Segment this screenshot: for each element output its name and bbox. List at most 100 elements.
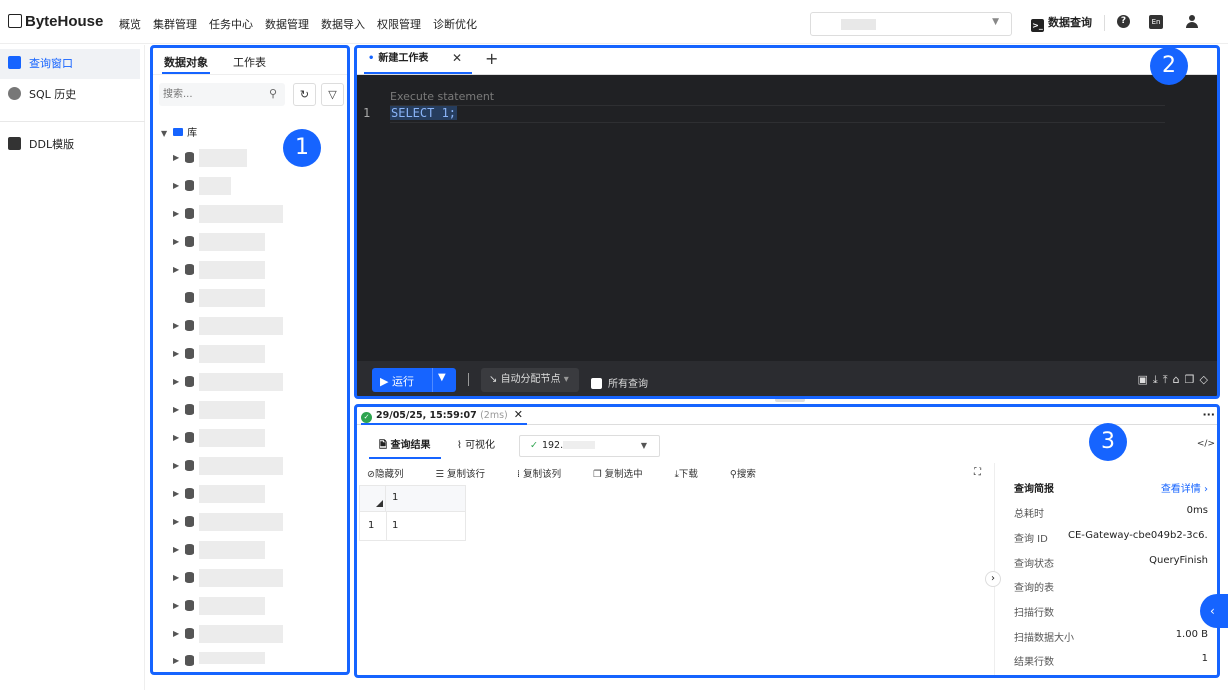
nav-data-import[interactable]: 数据导入 (321, 18, 365, 31)
editor-toolbar: ▶ 运行 ▼ ↘ 自动分配节点 ▾ 所有查询 ▣⤓⤒⌂❐◇ (357, 361, 1219, 397)
chevron-right-icon[interactable]: › (985, 571, 1001, 587)
redacted-name (199, 177, 231, 195)
run-button[interactable]: ▶ 运行 ▼ (372, 368, 456, 392)
nav-overview[interactable]: 概览 (119, 18, 141, 31)
copy-selection-button[interactable]: ❐ 复制选中 (593, 469, 659, 480)
copy-row-button[interactable]: ☰ 复制该行 (435, 469, 501, 480)
sidebar-divider (0, 121, 145, 122)
redacted-name (199, 652, 265, 664)
play-icon: ▶ (380, 375, 392, 388)
select-all-icon[interactable] (360, 486, 386, 512)
sidebar-item-sql-history[interactable]: SQL 历史 (0, 80, 140, 110)
chevron-left-icon[interactable]: ‹ (1200, 594, 1228, 628)
format-icon[interactable]: ⌂ (1173, 373, 1185, 386)
redacted-name (199, 345, 265, 363)
nav-diagnostics[interactable]: 诊断优化 (433, 18, 477, 31)
result-tab[interactable]: ✓ 29/05/25, 15:59:07 (2ms) ✕ (361, 405, 527, 425)
result-tabs: ✓ 29/05/25, 15:59:07 (2ms) ✕ ··· (357, 405, 1219, 425)
bytehouse-logo[interactable]: ByteHouse (8, 13, 103, 30)
database-icon (185, 236, 194, 247)
code-icon[interactable]: </> (1197, 439, 1215, 449)
help-icon[interactable]: ? (1117, 15, 1130, 28)
grid-cell[interactable]: 1 (392, 520, 398, 531)
tab-data-objects[interactable]: 数据对象 (162, 54, 210, 74)
redacted-name (199, 317, 283, 335)
caret-right-icon: ▶ (173, 489, 180, 498)
user-icon[interactable] (1185, 14, 1199, 28)
tab-query-result[interactable]: 🗎 查询结果 (369, 435, 441, 459)
tab-visualization[interactable]: ⌇ 可视化 (457, 435, 495, 459)
result-grid: 1 1 1 (359, 485, 466, 541)
nav-cluster[interactable]: 集群管理 (153, 18, 197, 31)
redacted-name (199, 625, 283, 643)
logo-icon (8, 14, 22, 28)
resize-handle[interactable] (775, 398, 805, 402)
toolbar-divider (468, 373, 469, 386)
column-header[interactable]: 1 (392, 492, 398, 503)
add-tab-icon[interactable]: + (485, 49, 498, 68)
database-icon (185, 628, 194, 639)
all-queries-checkbox[interactable]: 所有查询 (591, 375, 648, 390)
caret-right-icon: ▶ (173, 209, 180, 218)
history-icon (8, 87, 21, 100)
fullscreen-icon[interactable]: ⛶ (974, 467, 981, 478)
summary-row: 查询状态 QueryFinish (1014, 555, 1208, 570)
object-search: ⚲ (159, 83, 285, 106)
download-icon[interactable]: ⤓ (1153, 373, 1163, 386)
main-nav: 概览 集群管理 任务中心 数据管理 数据导入 权限管理 诊断优化 (119, 16, 489, 32)
database-icon (185, 376, 194, 387)
redacted-name (199, 261, 265, 279)
chevron-down-icon: ▼ (992, 17, 999, 27)
sql-code[interactable]: SELECT 1; (390, 106, 458, 120)
sidebar-item-query-window[interactable]: 查询窗口 (0, 49, 140, 79)
redacted-name (199, 233, 265, 251)
nav-tasks[interactable]: 任务中心 (209, 18, 253, 31)
redacted-name (199, 149, 247, 167)
close-icon[interactable]: ✕ (452, 46, 462, 71)
database-icon (185, 655, 194, 666)
more-icon[interactable]: ··· (1202, 408, 1215, 421)
download-button[interactable]: ⤓下载 (675, 469, 714, 480)
caret-right-icon: ▶ (173, 656, 180, 665)
hide-column-button[interactable]: ⊘隐藏列 (367, 469, 419, 480)
tab-worksheets[interactable]: 工作表 (233, 54, 266, 70)
caret-right-icon: ▶ (173, 573, 180, 582)
redacted-name (199, 513, 283, 531)
view-details-link[interactable]: 查看详情 › (1161, 480, 1208, 495)
filter-icon[interactable]: ▽ (321, 83, 344, 106)
clear-icon[interactable]: ◇ (1200, 373, 1213, 386)
copy-column-button[interactable]: ⁞ 复制该列 (517, 469, 577, 480)
code-editor[interactable]: Execute statement 1 SELECT 1; (357, 75, 1219, 361)
query-summary-panel: 查询简报 查看详情 › 总耗时 0ms 查询 ID CE-Gateway-cbe049… (994, 463, 1219, 675)
caret-right-icon: ▶ (173, 321, 180, 330)
cluster-select[interactable]: ▼ (810, 12, 1012, 36)
chevron-down-icon[interactable]: ▼ (438, 372, 446, 383)
node-assign-select[interactable]: ↘ 自动分配节点 ▾ (481, 368, 579, 392)
redacted-name (199, 373, 283, 391)
row-number: 1 (368, 520, 375, 531)
worksheet-tabs: • 新建工作表 ✕ + (357, 46, 1219, 75)
nav-data-management[interactable]: 数据管理 (265, 18, 309, 31)
caret-right-icon: ▶ (173, 461, 180, 470)
database-icon (185, 320, 194, 331)
database-icon (185, 348, 194, 359)
nav-permissions[interactable]: 权限管理 (377, 18, 421, 31)
search-button[interactable]: ⚲搜索 (730, 469, 772, 480)
sidebar-item-ddl-template[interactable]: DDL模版 (0, 130, 140, 160)
checkbox-icon (591, 378, 602, 389)
database-icon (185, 488, 194, 499)
refresh-icon[interactable]: ↻ (293, 83, 316, 106)
upload-icon[interactable]: ⤒ (1163, 373, 1173, 386)
editor-actions: ▣⤓⤒⌂❐◇ (1138, 373, 1213, 387)
search-icon[interactable]: ⚲ (269, 87, 277, 100)
search-input[interactable] (163, 86, 259, 103)
tree-root-database[interactable]: ▼ 库 (161, 124, 197, 139)
copy-icon[interactable]: ❐ (1185, 373, 1200, 386)
object-tabs: 数据对象 工作表 (153, 48, 347, 75)
close-icon[interactable]: ✕ (514, 408, 523, 421)
node-picker[interactable]: ✓ 192. ▼ (519, 435, 660, 457)
language-icon[interactable]: En (1149, 15, 1163, 29)
terminal-icon: >_ (1031, 19, 1044, 32)
tab-new-worksheet[interactable]: • 新建工作表 ✕ (364, 46, 472, 74)
save-icon[interactable]: ▣ (1138, 373, 1153, 386)
